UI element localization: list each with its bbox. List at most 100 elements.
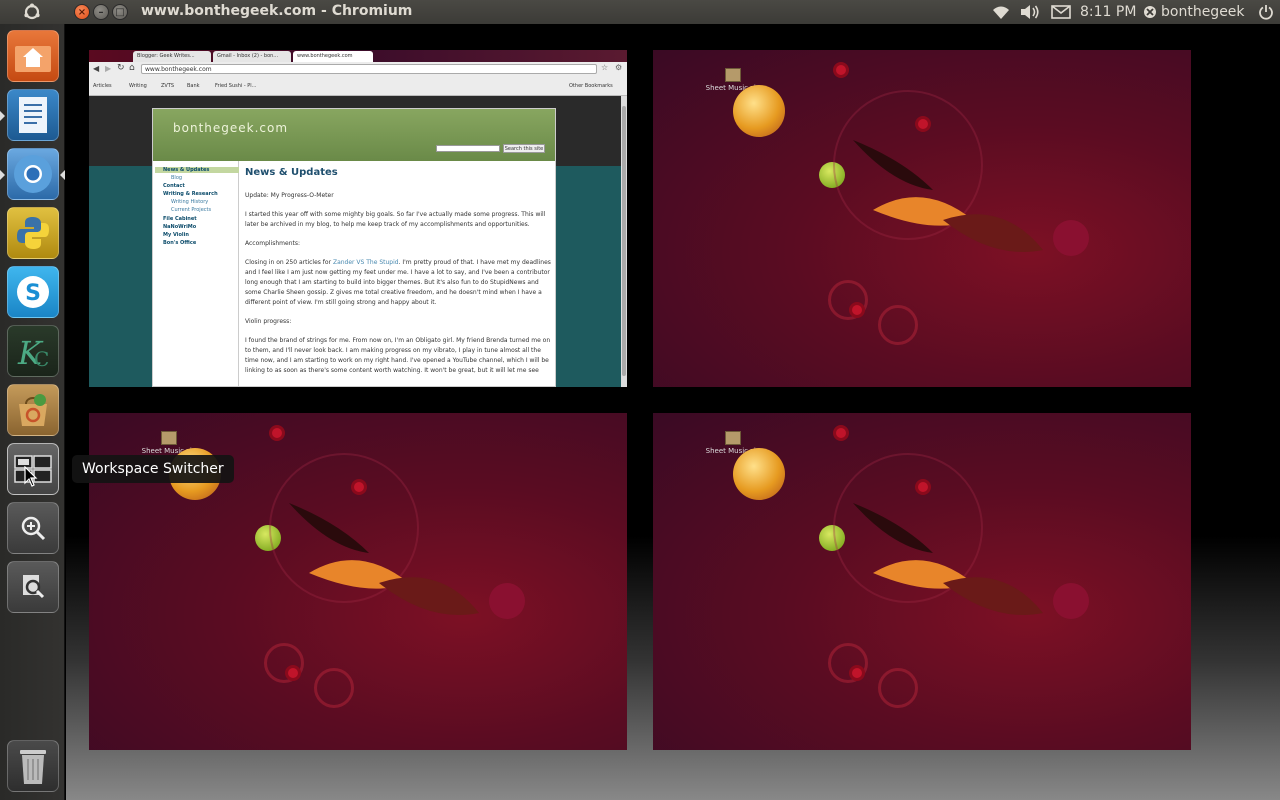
site-sidebar: News & Updates Blog Contact Writing & Re… (153, 161, 239, 387)
wifi-icon[interactable] (990, 3, 1012, 21)
launcher-running-pip (0, 170, 5, 180)
site-nav-current-projects[interactable]: Current Projects (171, 207, 211, 213)
forward-icon[interactable]: ▶ (105, 64, 111, 73)
site-search-button[interactable]: Search this site (503, 144, 545, 153)
url-bar[interactable]: www.bonthegeek.com (141, 64, 597, 74)
back-icon[interactable]: ◀ (93, 64, 99, 73)
workspace-4[interactable]: Sheet Music.zip (653, 413, 1191, 750)
site-nav-writing-history[interactable]: Writing History (171, 199, 208, 205)
post-paragraph: Accomplishments: (245, 240, 301, 247)
site-nav-nanowrimo[interactable]: NaNoWriMo (163, 224, 196, 230)
browser-window-thumbnail[interactable]: Blogger: Geek Writes... Gmail - Inbox (2… (89, 50, 627, 387)
site-nav-violin[interactable]: My Violin (163, 232, 189, 238)
bookmark[interactable]: Bank (187, 83, 200, 89)
launcher-running-pip (0, 111, 5, 121)
site-nav-blog[interactable]: Blog (171, 175, 182, 181)
browser-toolbar: ◀ ▶ ↻ ⌂ www.bonthegeek.com ☆ ⚙ (89, 62, 627, 76)
post-paragraph: I started this year off with some mighty… (245, 211, 546, 228)
browser-tab[interactable]: Blogger: Geek Writes... (133, 51, 211, 62)
minimize-icon: – (98, 6, 104, 18)
power-icon[interactable] (1256, 3, 1276, 21)
volume-icon[interactable] (1018, 3, 1042, 21)
launcher-skype[interactable]: S (7, 266, 59, 318)
launcher-home-folder[interactable] (7, 30, 59, 82)
site-nav-news[interactable]: News & Updates (155, 167, 239, 173)
writer-icon (19, 97, 47, 133)
wallpaper-dot (833, 425, 849, 441)
launcher-software-center[interactable] (7, 384, 59, 436)
launcher-search[interactable] (7, 561, 59, 613)
site-nav-contact[interactable]: Contact (163, 183, 185, 189)
bookmark[interactable]: Articles (93, 83, 112, 89)
archive-icon (725, 431, 741, 445)
site-header: bonthegeek.com Search this site (153, 109, 555, 161)
launcher-chromium[interactable] (7, 148, 59, 200)
trash-icon (20, 750, 46, 784)
post-text: . I'm pretty proud of that. I have met m… (245, 259, 551, 306)
window-maximize-button[interactable]: □ (112, 4, 128, 20)
workspace-switcher-tooltip: Workspace Switcher (72, 455, 234, 483)
wallpaper-ring (878, 305, 918, 345)
wallpaper-ring (878, 668, 918, 708)
window-close-button[interactable]: × (74, 4, 90, 20)
wrench-icon[interactable]: ⚙ (615, 63, 622, 72)
ubuntu-logo-icon[interactable] (22, 2, 42, 22)
site-logo[interactable]: bonthegeek.com (173, 121, 288, 135)
bookmark[interactable]: ZVTS (161, 83, 174, 89)
search-files-icon (23, 575, 45, 599)
workspace-2[interactable]: Sheet Music.zip (653, 50, 1191, 387)
wallpaper-dot (915, 479, 931, 495)
folder-home-icon (15, 46, 51, 72)
user-status-icon (1142, 3, 1158, 21)
close-icon: × (77, 6, 87, 18)
launcher: S KC (0, 24, 65, 800)
wallpaper-dot (269, 425, 285, 441)
software-center-icon (19, 394, 47, 426)
site-nav-file-cabinet[interactable]: File Cabinet (163, 216, 197, 222)
bird-illustration (853, 140, 1043, 252)
launcher-kc[interactable]: KC (7, 325, 59, 377)
python-icon (17, 217, 49, 249)
workspace-expo: Blogger: Geek Writes... Gmail - Inbox (2… (66, 24, 1280, 800)
site-search-input[interactable] (436, 145, 500, 152)
skype-icon: S (17, 276, 49, 308)
launcher-zoom[interactable] (7, 502, 59, 554)
archive-icon (161, 431, 177, 445)
wallpaper-dot (833, 62, 849, 78)
chromium-icon (14, 155, 52, 193)
reload-icon[interactable]: ↻ (117, 63, 125, 73)
mouse-cursor-icon (24, 466, 38, 487)
wallpaper-dot (849, 302, 865, 318)
top-panel: × – □ www.bonthegeek.com - Chromium 8:11… (0, 0, 1280, 24)
browser-tab[interactable]: Gmail - Inbox (2) - bon... (213, 51, 291, 62)
bookmark-other[interactable]: Other Bookmarks (569, 83, 613, 89)
launcher-python[interactable] (7, 207, 59, 259)
launcher-writer[interactable] (7, 89, 59, 141)
launcher-active-pip (60, 170, 65, 180)
home-icon[interactable]: ⌂ (129, 63, 135, 73)
post-paragraph: Closing in on 250 articles for Zander VS… (245, 258, 553, 308)
bookmark[interactable]: Fried Sushi - Pl... (215, 83, 256, 89)
site-nav-office[interactable]: Bon's Office (163, 240, 196, 246)
mail-icon[interactable] (1050, 3, 1072, 21)
zoom-in-icon (21, 516, 46, 541)
wallpaper-dot (351, 479, 367, 495)
star-icon[interactable]: ☆ (601, 63, 608, 72)
browser-scrollbar[interactable] (621, 96, 627, 387)
workspace-1[interactable]: Blogger: Geek Writes... Gmail - Inbox (2… (89, 50, 627, 387)
clock[interactable]: 8:11 PM (1080, 3, 1136, 21)
site-nav-writing[interactable]: Writing & Research (163, 191, 218, 197)
wallpaper-orb (733, 448, 785, 500)
wallpaper-dot (849, 665, 865, 681)
page-heading: News & Updates (245, 167, 338, 178)
browser-tab-active[interactable]: www.bonthegeek.com (293, 51, 373, 62)
scrollbar-thumb[interactable] (622, 106, 626, 376)
window-minimize-button[interactable]: – (93, 4, 109, 20)
wallpaper-ring (314, 668, 354, 708)
user-menu[interactable]: bonthegeek (1161, 3, 1245, 21)
post-link[interactable]: Zander VS The Stupid (333, 259, 399, 266)
post-text: Closing in on 250 articles for (245, 259, 333, 266)
browser-content: bonthegeek.com Search this site News & U… (89, 96, 621, 387)
bookmark[interactable]: Writing (129, 83, 147, 89)
launcher-trash[interactable] (7, 740, 59, 792)
